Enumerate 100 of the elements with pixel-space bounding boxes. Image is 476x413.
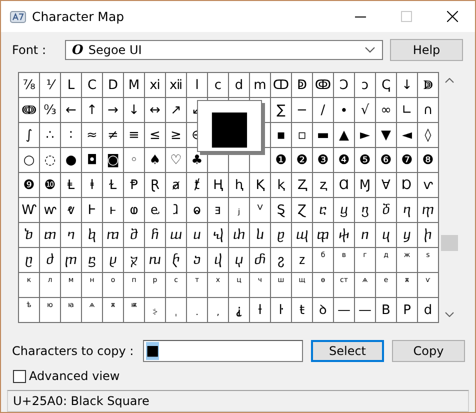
character-cell[interactable]: ↄ	[355, 73, 375, 97]
character-cell[interactable]: ↗	[166, 98, 186, 122]
character-cell[interactable]: ❿	[40, 173, 60, 197]
character-cell[interactable]: ⱼ	[229, 198, 249, 222]
character-cell[interactable]: ⴃ	[376, 198, 396, 222]
character-cell[interactable]: ↔	[145, 98, 165, 122]
character-cell[interactable]: ⴓ	[292, 223, 312, 247]
character-cell[interactable]: —	[355, 298, 375, 322]
character-cell[interactable]: ≤	[145, 123, 165, 147]
character-cell[interactable]: ↈ	[19, 98, 39, 122]
select-button[interactable]: Select	[311, 340, 384, 362]
character-cell[interactable]: ❸	[313, 148, 333, 172]
character-cell[interactable]: ▪	[271, 123, 291, 147]
character-cell[interactable]: ⱻ	[208, 198, 228, 222]
character-cell[interactable]: ⴙ	[418, 223, 438, 247]
character-cell[interactable]: ❼	[397, 148, 417, 172]
copy-button[interactable]: Copy	[392, 340, 465, 362]
character-cell[interactable]: ⱱ	[418, 173, 438, 197]
character-cell[interactable]: ↉	[40, 98, 60, 122]
character-cell[interactable]: ⸘	[229, 298, 249, 322]
character-cell[interactable]: B	[376, 298, 396, 322]
character-cell[interactable]: ◦	[124, 148, 144, 172]
character-cell[interactable]: ⴘ	[397, 223, 417, 247]
character-cell[interactable]: ◘	[82, 148, 102, 172]
character-cell[interactable]: P	[397, 298, 417, 322]
scroll-thumb[interactable]	[441, 235, 458, 252]
character-cell[interactable]: ⴂ	[355, 198, 375, 222]
character-cell[interactable]: ,	[208, 298, 228, 322]
character-cell[interactable]: ↅ	[376, 73, 396, 97]
character-cell[interactable]: ❻	[376, 148, 396, 172]
character-cell[interactable]: ∴	[40, 123, 60, 147]
advanced-view-checkbox[interactable]	[13, 370, 26, 382]
character-cell[interactable]: ❷	[292, 148, 312, 172]
character-cell[interactable]: Ⅽ	[82, 73, 102, 97]
character-cell[interactable]: ⱥ	[166, 173, 186, 197]
character-cell[interactable]: ⅿ	[250, 73, 270, 97]
character-cell[interactable]: Ɀ	[292, 198, 312, 222]
character-cell[interactable]: ⴭ	[292, 248, 312, 272]
character-cell[interactable]: ◄	[397, 123, 417, 147]
character-cell[interactable]: ⴞ	[103, 248, 123, 272]
character-cell[interactable]: ❾	[19, 173, 39, 197]
character-cell[interactable]: .	[187, 298, 207, 322]
character-cell[interactable]: ƚ	[250, 298, 270, 322]
character-cell[interactable]: ⸖	[145, 298, 165, 322]
character-cell[interactable]: ∶	[61, 123, 81, 147]
character-cell[interactable]: ⱴ	[61, 198, 81, 222]
character-cell[interactable]: ⱬ	[313, 173, 333, 197]
character-cell[interactable]: ↁ	[292, 73, 312, 97]
character-cell[interactable]: ∙	[334, 98, 354, 122]
character-cell[interactable]: ⅾ	[229, 73, 249, 97]
character-cell[interactable]: ⴆ	[19, 223, 39, 247]
character-cell[interactable]: ↇ	[418, 73, 438, 97]
help-button[interactable]: Help	[390, 39, 463, 61]
character-cell[interactable]: ⴕ	[334, 223, 354, 247]
character-cell[interactable]: ♡	[166, 148, 186, 172]
character-cell[interactable]: ↓	[124, 98, 144, 122]
character-cell[interactable]: ∟	[397, 98, 417, 122]
character-cell[interactable]: Ⱡ	[61, 173, 81, 197]
character-cell[interactable]: ↀ	[271, 73, 291, 97]
character-cell[interactable]: ↓	[397, 73, 417, 97]
character-cell[interactable]: ⴠ	[145, 248, 165, 272]
character-cell[interactable]: ⴒ	[271, 223, 291, 247]
character-cell[interactable]: —	[334, 298, 354, 322]
character-cell[interactable]: Ɫ	[103, 173, 123, 197]
character-cell[interactable]: ⱸ	[145, 198, 165, 222]
character-cell[interactable]: ≠	[103, 123, 123, 147]
character-cell[interactable]: ∑	[271, 98, 291, 122]
character-cell[interactable]: ⱦ	[187, 173, 207, 197]
character-cell[interactable]: Ɑ	[334, 173, 354, 197]
character-cell[interactable]: ⴗ	[376, 223, 396, 247]
character-cell[interactable]: ⴊ	[103, 223, 123, 247]
character-cell[interactable]: ≥	[166, 123, 186, 147]
characters-field[interactable]: ■	[143, 340, 303, 362]
character-cell[interactable]: ◊	[418, 123, 438, 147]
character-cell[interactable]: ↂ	[313, 73, 333, 97]
character-cell[interactable]: Ⱬ	[292, 173, 312, 197]
character-cell[interactable]: Ᵽ	[124, 173, 144, 197]
character-cell[interactable]: ⱳ	[40, 198, 60, 222]
character-cell[interactable]: −	[292, 98, 312, 122]
character-cell[interactable]: ⴝ	[82, 248, 102, 272]
character-cell[interactable]: →	[103, 98, 123, 122]
character-cell[interactable]: ⴔ	[313, 223, 333, 247]
character-cell[interactable]: ▬	[313, 123, 333, 147]
character-cell[interactable]: ❽	[418, 148, 438, 172]
character-cell[interactable]: Ↄ	[334, 73, 354, 97]
character-cell[interactable]: ♠	[145, 148, 165, 172]
character-cell[interactable]: ⅞	[19, 73, 39, 97]
character-cell[interactable]: ❹	[334, 148, 354, 172]
character-cell[interactable]: ⴅ	[418, 198, 438, 222]
character-cell[interactable]: ⴀ	[313, 198, 333, 222]
character-cell[interactable]: ˌ	[166, 298, 186, 322]
character-cell[interactable]: d	[418, 298, 438, 322]
character-cell[interactable]: ⴣ	[208, 248, 228, 272]
character-cell[interactable]: Ⱶ	[82, 198, 102, 222]
character-cell[interactable]: Ɐ	[376, 173, 396, 197]
character-cell[interactable]: ←	[61, 98, 81, 122]
character-cell[interactable]: ◌	[40, 148, 60, 172]
character-cell[interactable]: ⅟	[40, 73, 60, 97]
character-cell[interactable]: ⱺ	[187, 198, 207, 222]
character-cell[interactable]: ⴖ	[355, 223, 375, 247]
